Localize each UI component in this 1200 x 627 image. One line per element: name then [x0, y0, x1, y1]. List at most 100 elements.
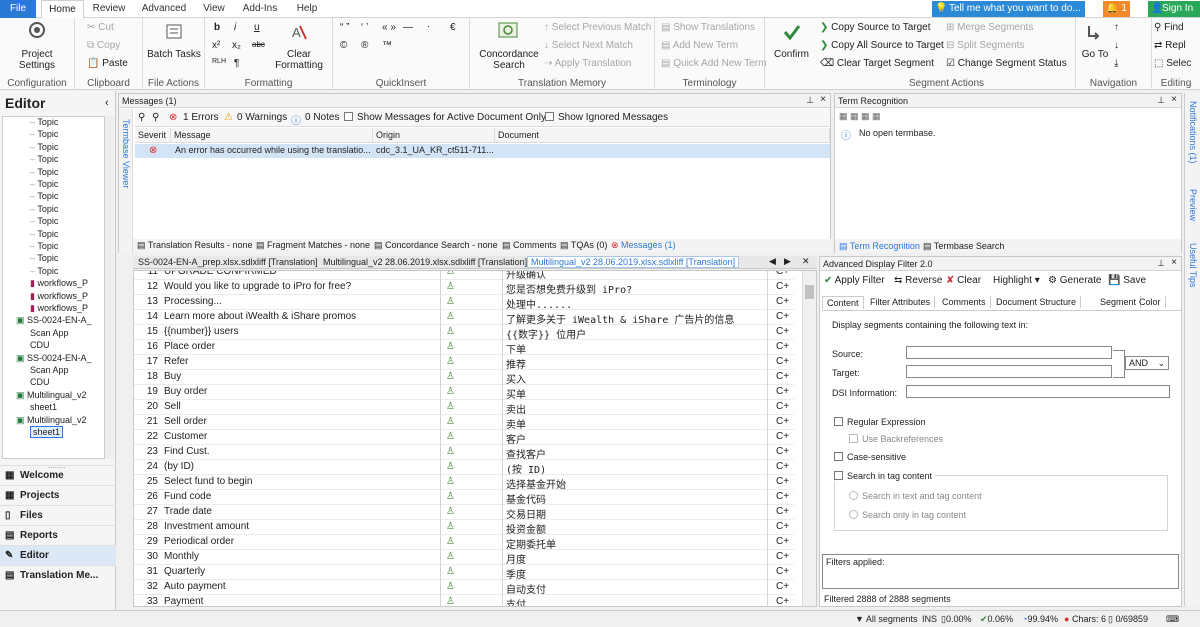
segment-row[interactable]: 12 Would you like to upgrade to iPro for … — [134, 280, 794, 296]
strikethrough-button[interactable]: abc — [252, 40, 265, 49]
tree-item[interactable]: – Topic — [30, 204, 58, 214]
quote-button[interactable]: “ ” — [340, 22, 349, 33]
tab-home[interactable]: Home — [41, 0, 84, 18]
tag-only-radio[interactable]: Search only in tag content — [849, 510, 966, 520]
segment-row[interactable]: 27 Trade date ♙ 交易日期 C+ — [134, 505, 794, 521]
italic-button[interactable]: i — [234, 22, 236, 33]
apply-filter-button[interactable]: ✔ Apply Filter — [824, 275, 885, 286]
collapse-chevron-icon[interactable]: ‹ — [105, 97, 109, 109]
confirm-button[interactable]: Confirm — [765, 49, 818, 60]
next-unconfirmed-button[interactable]: ⤓ — [1114, 58, 1118, 69]
segment-row[interactable]: 20 Sell ♙ 卖出 C+ — [134, 400, 794, 416]
batch-tasks-button[interactable]: Batch Tasks — [147, 49, 201, 60]
segment-row[interactable]: 18 Buy ♙ 买入 C+ — [134, 370, 794, 386]
notification-badge[interactable]: 🔔 1 — [1103, 1, 1130, 17]
results-tab[interactable]: ▤ TQAs (0) — [560, 240, 607, 251]
results-tab[interactable]: ⊗ Messages (1) — [611, 240, 676, 251]
next-segment-button[interactable]: ↓ — [1114, 40, 1119, 51]
copy-button[interactable]: ⧉ Copy — [87, 40, 120, 51]
insert-mode[interactable]: INS — [922, 614, 937, 624]
doc-tab-3-active[interactable]: Multilingual_v2 28.06.2019.xlsx.sdlxliff… — [527, 256, 740, 268]
subscript-button[interactable]: x₂ — [232, 40, 241, 51]
close-tab-icon[interactable]: ✕ — [802, 256, 810, 267]
segment-row[interactable]: 15 {{number}} users ♙ {{数字}} 位用户 C+ — [134, 325, 794, 341]
cut-button[interactable]: ✂ Cut — [87, 22, 114, 33]
rtl-button[interactable]: RLH — [212, 58, 226, 65]
clear-target-button[interactable]: ⌫ Clear Target Segment — [820, 58, 934, 69]
split-segments-button[interactable]: ⊟ Split Segments — [946, 40, 1024, 51]
copyright-button[interactable]: © — [340, 40, 347, 51]
results-tab[interactable]: ▤ Comments — [502, 240, 557, 251]
tag-both-radio[interactable]: Search in text and tag content — [849, 491, 982, 501]
superscript-button[interactable]: x² — [212, 40, 220, 51]
show-translations-button[interactable]: ▤ Show Translations — [661, 22, 755, 33]
underline-button[interactable]: u — [254, 22, 260, 33]
regex-checkbox[interactable]: Regular Expression — [834, 417, 926, 427]
bold-button[interactable]: b — [214, 22, 220, 33]
clear-button[interactable]: ✘ Clear — [946, 275, 981, 286]
close-icon[interactable]: × — [820, 94, 826, 105]
backref-checkbox[interactable]: Use Backreferences — [849, 434, 943, 444]
project-settings-button[interactable]: Project Settings — [4, 49, 70, 71]
tree-item[interactable]: – Topic — [30, 266, 58, 276]
nav-button-translation-me[interactable]: ▤ Translation Me... — [0, 565, 116, 585]
doc-tab-2[interactable]: Multilingual_v2 28.06.2019.xlsx.sdlxliff… — [323, 257, 527, 267]
save-button[interactable]: 💾 Save — [1108, 275, 1146, 286]
clear-filter-icon[interactable]: ⚲ — [152, 112, 159, 123]
copy-all-source-button[interactable]: ❯ Copy All Source to Target — [820, 40, 944, 51]
tree-scrollbar[interactable] — [104, 116, 114, 459]
filter-tab-comments[interactable]: Comments — [938, 296, 991, 308]
segment-row[interactable]: 14 Learn more about iWealth & iShare prom… — [134, 310, 794, 326]
segment-row[interactable]: 11 UPGRADE CONFIRMED ♙ 升级确认 C+ — [134, 271, 794, 281]
segment-row[interactable]: 17 Refer ♙ 推荐 C+ — [134, 355, 794, 371]
goto-button[interactable]: Go To — [1080, 49, 1110, 60]
tab-view[interactable]: View — [197, 0, 231, 18]
show-ignored-checkbox[interactable]: Show Ignored Messages — [545, 112, 668, 123]
tree-item[interactable]: – Topic — [30, 167, 58, 177]
tree-item[interactable]: – Topic — [30, 229, 58, 239]
warnings-filter[interactable]: 0 Warnings — [237, 112, 287, 123]
clear-formatting-button[interactable]: Clear Formatting — [269, 49, 329, 71]
tree-item[interactable]: – Topic — [30, 253, 58, 263]
filter-tab-filter-attributes[interactable]: Filter Attributes — [866, 296, 936, 308]
show-formatting-button[interactable]: ¶ — [234, 58, 239, 69]
show-active-checkbox[interactable]: Show Messages for Active Document Only — [344, 112, 546, 123]
filter-tab-color[interactable]: Color — [1135, 296, 1166, 308]
change-status-button[interactable]: ☑ Change Segment Status — [946, 58, 1067, 69]
notifications-tab[interactable]: Notifications (1) — [1188, 101, 1198, 164]
segment-row[interactable]: 30 Monthly ♙ 月度 C+ — [134, 550, 794, 566]
prev-segment-button[interactable]: ↑ — [1114, 22, 1119, 33]
tab-termbase-search[interactable]: ▤ Termbase Search — [923, 241, 1004, 252]
source-input[interactable] — [906, 346, 1112, 359]
segment-row[interactable]: 22 Customer ♙ 客户 C+ — [134, 430, 794, 446]
segment-row[interactable]: 16 Place order ♙ 下单 C+ — [134, 340, 794, 356]
tree-item[interactable]: sheet1 — [30, 402, 57, 412]
tree-item[interactable]: ▣ Multilingual_v2 — [16, 415, 87, 426]
reverse-button[interactable]: ⇆ Reverse — [894, 275, 942, 286]
results-tab[interactable]: ▤ Fragment Matches - none — [256, 240, 370, 251]
close-icon[interactable]: × — [1171, 94, 1177, 105]
segment-row[interactable]: 28 Investment amount ♙ 投资金额 C+ — [134, 520, 794, 536]
segment-filter-status[interactable]: ▼ All segments — [855, 614, 917, 624]
tree-item[interactable]: ▮ workflows_P — [30, 303, 88, 314]
results-tab[interactable]: ▤ Concordance Search - none — [374, 240, 498, 251]
col-origin[interactable]: Origin — [373, 128, 495, 142]
tree-item[interactable]: – Topic — [30, 154, 58, 164]
segment-row[interactable]: 26 Fund code ♙ 基金代码 C+ — [134, 490, 794, 506]
tree-item[interactable]: – Topic — [30, 216, 58, 226]
segment-row[interactable]: 29 Periodical order ♙ 定期委托单 C+ — [134, 535, 794, 551]
nav-button-reports[interactable]: ▤ Reports — [0, 525, 116, 545]
nav-button-files[interactable]: ▯ Files — [0, 505, 116, 525]
col-message[interactable]: Message — [171, 128, 373, 142]
scrollbar-thumb[interactable] — [805, 285, 814, 299]
tree-item[interactable]: – Topic — [30, 142, 58, 152]
pin-icon[interactable]: ⊥ — [1157, 95, 1165, 106]
segment-row[interactable]: 21 Sell order ♙ 卖单 C+ — [134, 415, 794, 431]
find-button[interactable]: ⚲ Find — [1154, 22, 1184, 33]
tab-addins[interactable]: Add-Ins — [236, 0, 284, 18]
select-previous-match-button[interactable]: ↑ Select Previous Match — [544, 22, 651, 33]
tree-item[interactable]: ▮ workflows_P — [30, 278, 88, 289]
generate-button[interactable]: ⚙ Generate — [1048, 275, 1101, 286]
tab-file[interactable]: File — [0, 0, 36, 18]
col-document[interactable]: Document — [495, 128, 830, 142]
